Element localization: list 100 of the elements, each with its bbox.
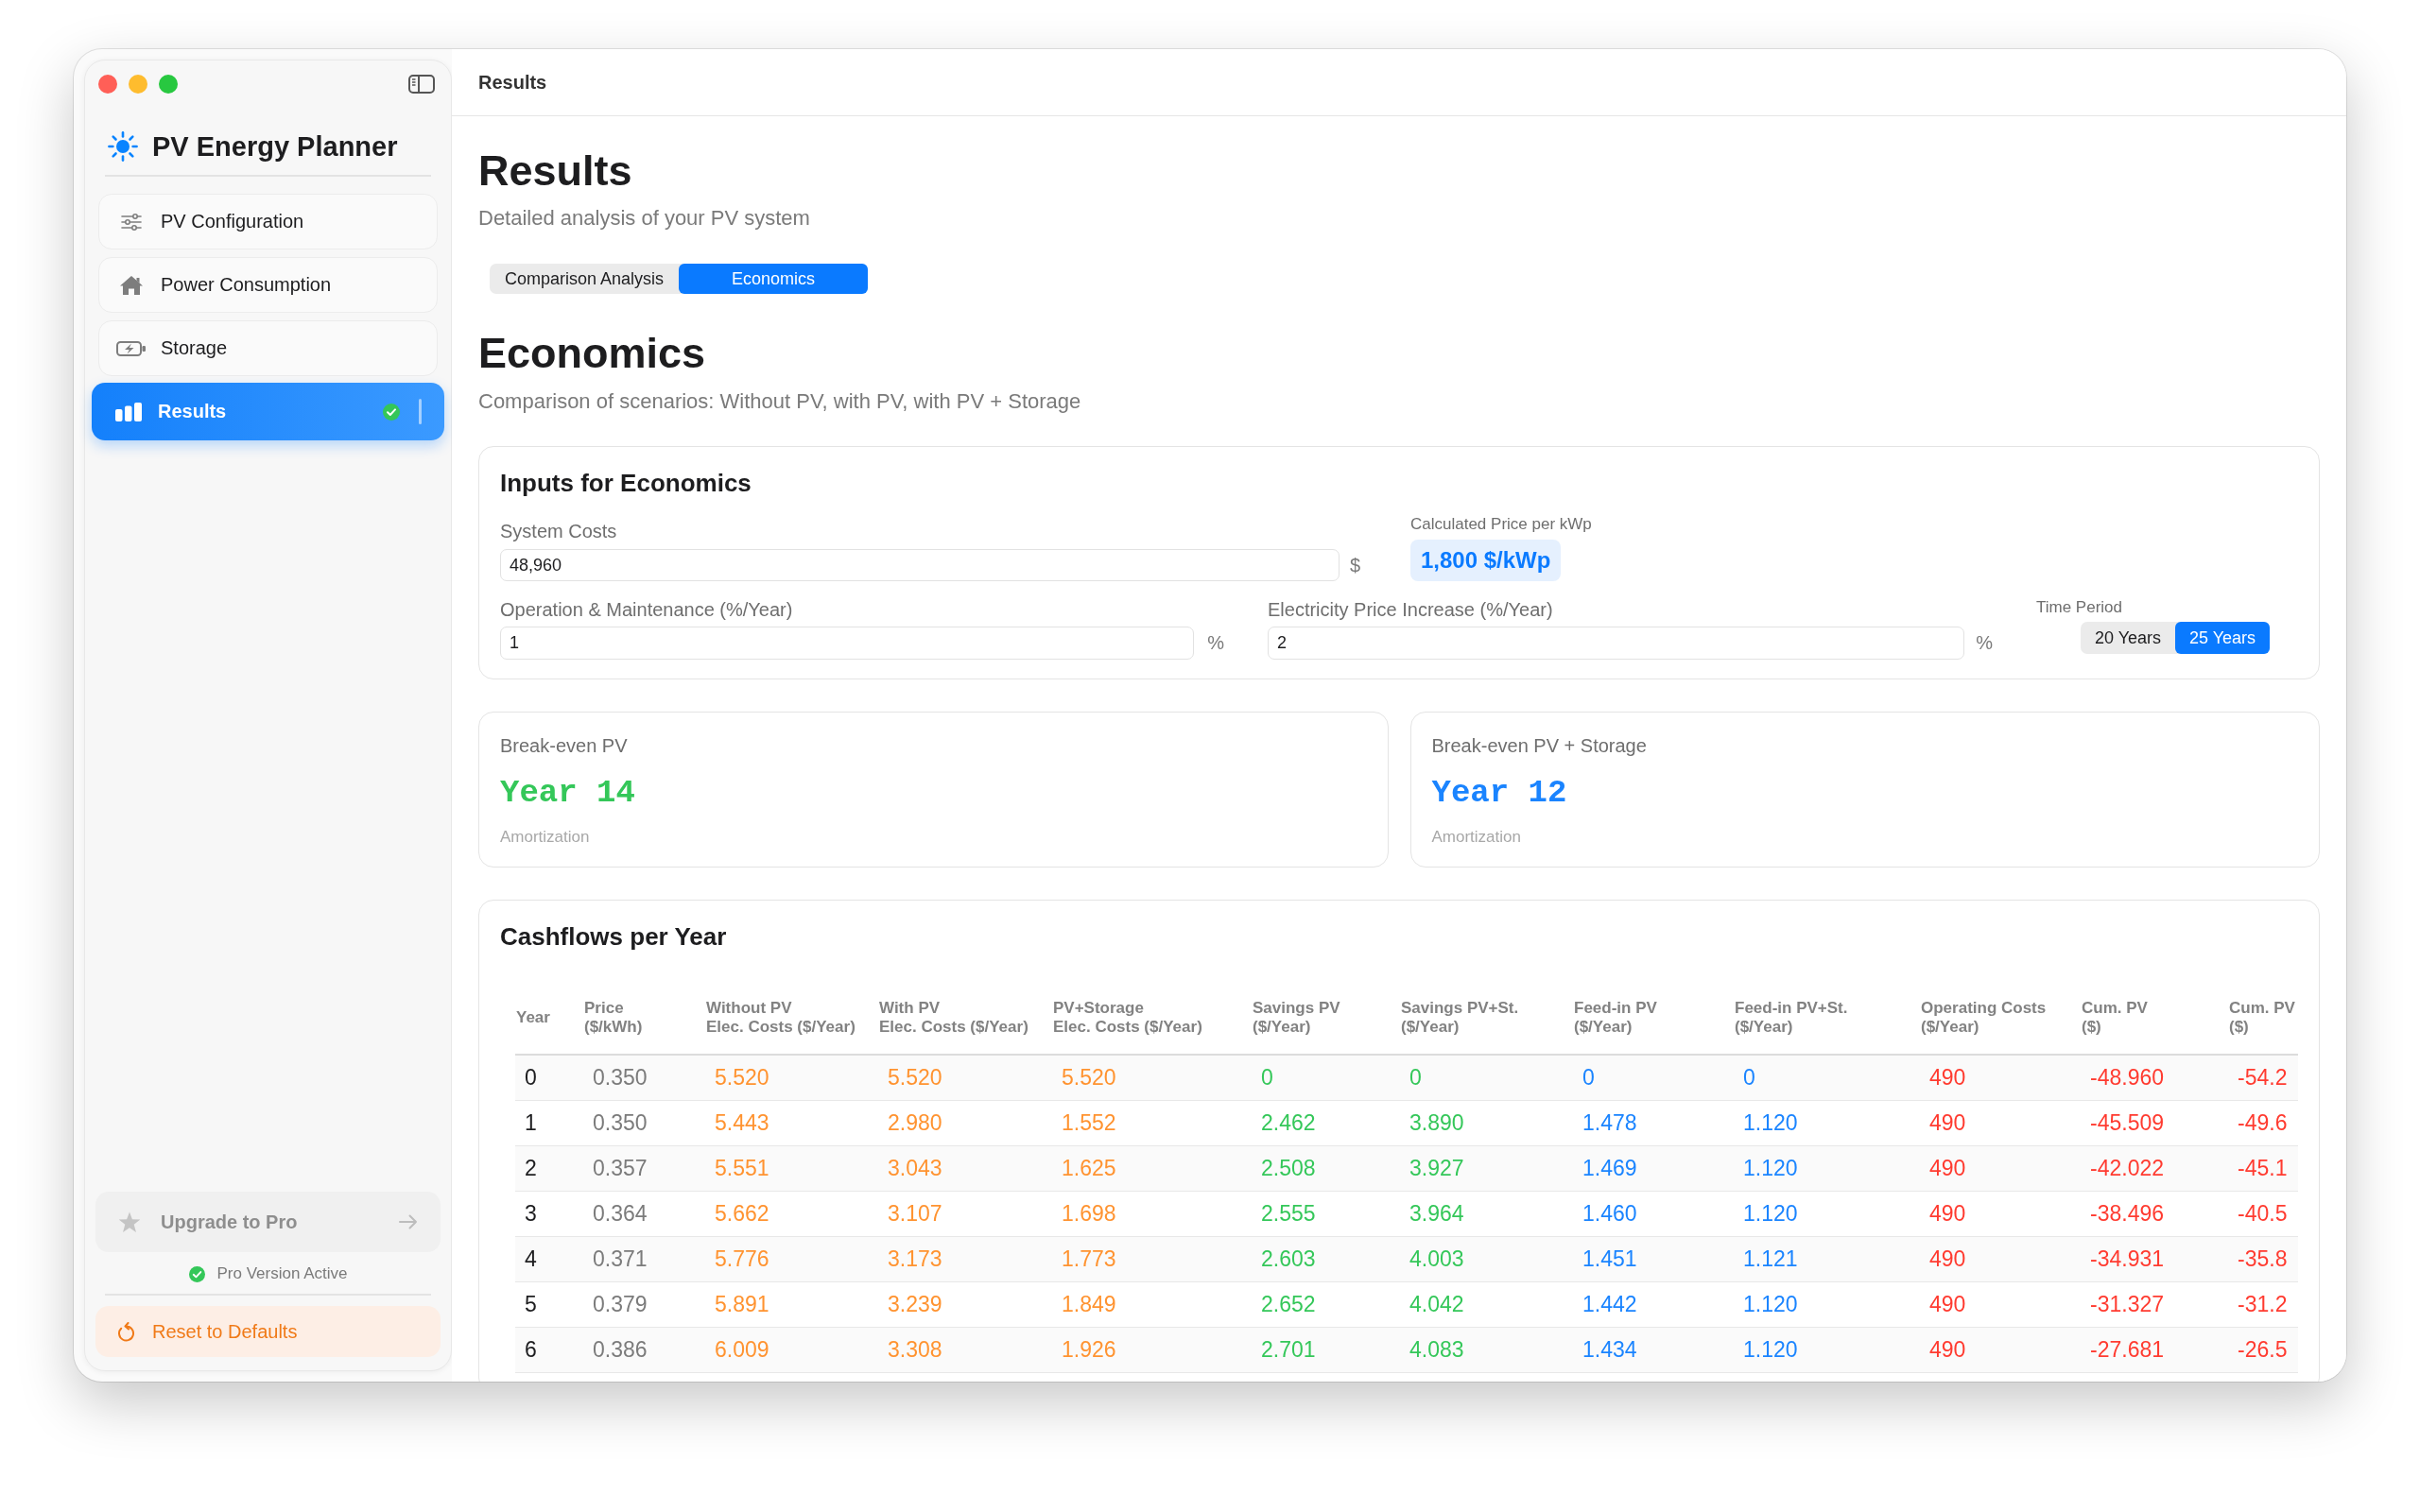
tab[interactable]: Comparison Analysis [490,264,679,294]
table-cell: -49.6 [2228,1100,2298,1146]
table-cell: 5.551 [705,1145,878,1192]
card-title: Inputs for Economics [500,469,752,497]
card-label: Break-even PV + Storage [1431,734,1647,757]
field-label: System Costs [500,521,618,541]
table-cell: 1.451 [1573,1236,1734,1282]
table-cell: 0 [1573,1055,1734,1101]
bar-chart-icon [115,402,142,421]
table-cell: 5.443 [705,1100,878,1146]
table-cell: 3.308 [878,1327,1052,1373]
time-period-option[interactable]: 25 Years [2175,622,2270,654]
sidebar-item[interactable]: PV Configuration [98,194,438,249]
table-cell: 1.120 [1734,1281,1920,1328]
table-cell: 1.460 [1573,1191,1734,1237]
zoom-button[interactable] [159,75,178,94]
input-field[interactable]: 2 [1268,627,1965,660]
sidebar-item[interactable]: Storage [98,320,438,376]
table-cell: 3.107 [878,1191,1052,1237]
tab[interactable]: Economics [679,264,868,294]
table-cell: 490 [1920,1145,2081,1192]
table-cell: 490 [1920,1055,2081,1101]
table-cell: 490 [1920,1236,2081,1282]
table-cell: 0.350 [583,1055,705,1101]
table-cell: 0.350 [583,1100,705,1146]
table-cell: 1.773 [1052,1236,1252,1282]
sidebar-item[interactable]: Results [92,383,444,440]
section-title: Economics [478,328,706,379]
toolbar-title: Results [478,71,547,94]
arrow-right-icon [399,1214,418,1229]
sliders-icon [121,213,142,231]
table-cell: -54.2 [2228,1055,2298,1101]
table-cell: 5.520 [705,1055,878,1101]
table-cell: 0.371 [583,1236,705,1282]
table-cell: -48.960 [2081,1055,2228,1101]
table-cell: 2.980 [878,1100,1052,1146]
table-cell: 2.603 [1252,1236,1400,1282]
upgrade-button: Upgrade to Pro [95,1192,441,1252]
unit-label: % [1976,632,1993,654]
time-period-option[interactable]: 20 Years [2081,622,2175,654]
unit-label: % [1207,632,1224,654]
vertical-line-icon [419,399,422,424]
page-title: Results [478,146,632,197]
table-cell: 1.469 [1573,1145,1734,1192]
table-cell: 0 [515,1055,583,1101]
table-cell: -31.2 [2228,1281,2298,1328]
table-cell: 0 [1734,1055,1920,1101]
table-cell: 1.849 [1052,1281,1252,1328]
battery-icon [116,339,147,357]
table-cell: -31.327 [2081,1281,2228,1328]
table-cell: 4.083 [1400,1327,1573,1373]
table-cell: 1.121 [1734,1236,1920,1282]
table-cell: 2.652 [1252,1281,1400,1328]
table-cell: -35.8 [2228,1236,2298,1282]
table-cell: 0.379 [583,1281,705,1328]
table-cell: 2.508 [1252,1145,1400,1192]
table-cell: 5.662 [705,1191,878,1237]
table-cell: -34.931 [2081,1236,2228,1282]
table-cell: 5.776 [705,1236,878,1282]
table-cell: 1 [515,1100,583,1146]
reset-icon [118,1321,134,1342]
close-button[interactable] [98,75,117,94]
card-title: Cashflows per Year [500,922,728,951]
input-field[interactable]: 1 [500,627,1195,660]
minimize-button[interactable] [129,75,147,94]
table-cell: 2.462 [1252,1100,1400,1146]
table-cell: 6 [515,1327,583,1373]
table-cell: 490 [1920,1100,2081,1146]
house-icon [119,274,144,296]
table-cell: 1.120 [1734,1327,1920,1373]
table-cell: 490 [1920,1327,2081,1373]
input-field[interactable]: 48,960 [500,549,1340,581]
table-cell: 0 [1400,1055,1573,1101]
table-cell: 1.442 [1573,1281,1734,1328]
table-cell: 3.964 [1400,1191,1573,1237]
table-cell: 3.173 [878,1236,1052,1282]
table-cell: 1.478 [1573,1100,1734,1146]
table-cell: 0.386 [583,1327,705,1373]
table-cell: 1.552 [1052,1100,1252,1146]
table-cell: 1.698 [1052,1191,1252,1237]
star-icon [118,1211,141,1233]
table-cell: -26.5 [2228,1327,2298,1373]
table-cell: 3.043 [878,1145,1052,1192]
table-cell: 1.120 [1734,1145,1920,1192]
sidebar-item[interactable]: Power Consumption [98,257,438,313]
status-text: Pro Version Active [216,1264,348,1283]
table-cell: 490 [1920,1191,2081,1237]
sidebar-toggle-icon[interactable] [408,75,435,94]
field-label: Time Period [2036,599,2122,616]
table-cell: 2.701 [1252,1327,1400,1373]
table-cell: -38.496 [2081,1191,2228,1237]
caption: Amortization [1431,829,1521,846]
table-cell: 1.120 [1734,1191,1920,1237]
table-cell: 5 [515,1281,583,1328]
table-cell: -45.1 [2228,1145,2298,1192]
table-cell: 6.009 [705,1327,878,1373]
field-label: Operation & Maintenance (%/Year) [500,599,794,620]
table-cell: 3 [515,1191,583,1237]
caption: Amortization [500,829,590,846]
price-badge: 1,800 $/kWp [1410,540,1562,581]
